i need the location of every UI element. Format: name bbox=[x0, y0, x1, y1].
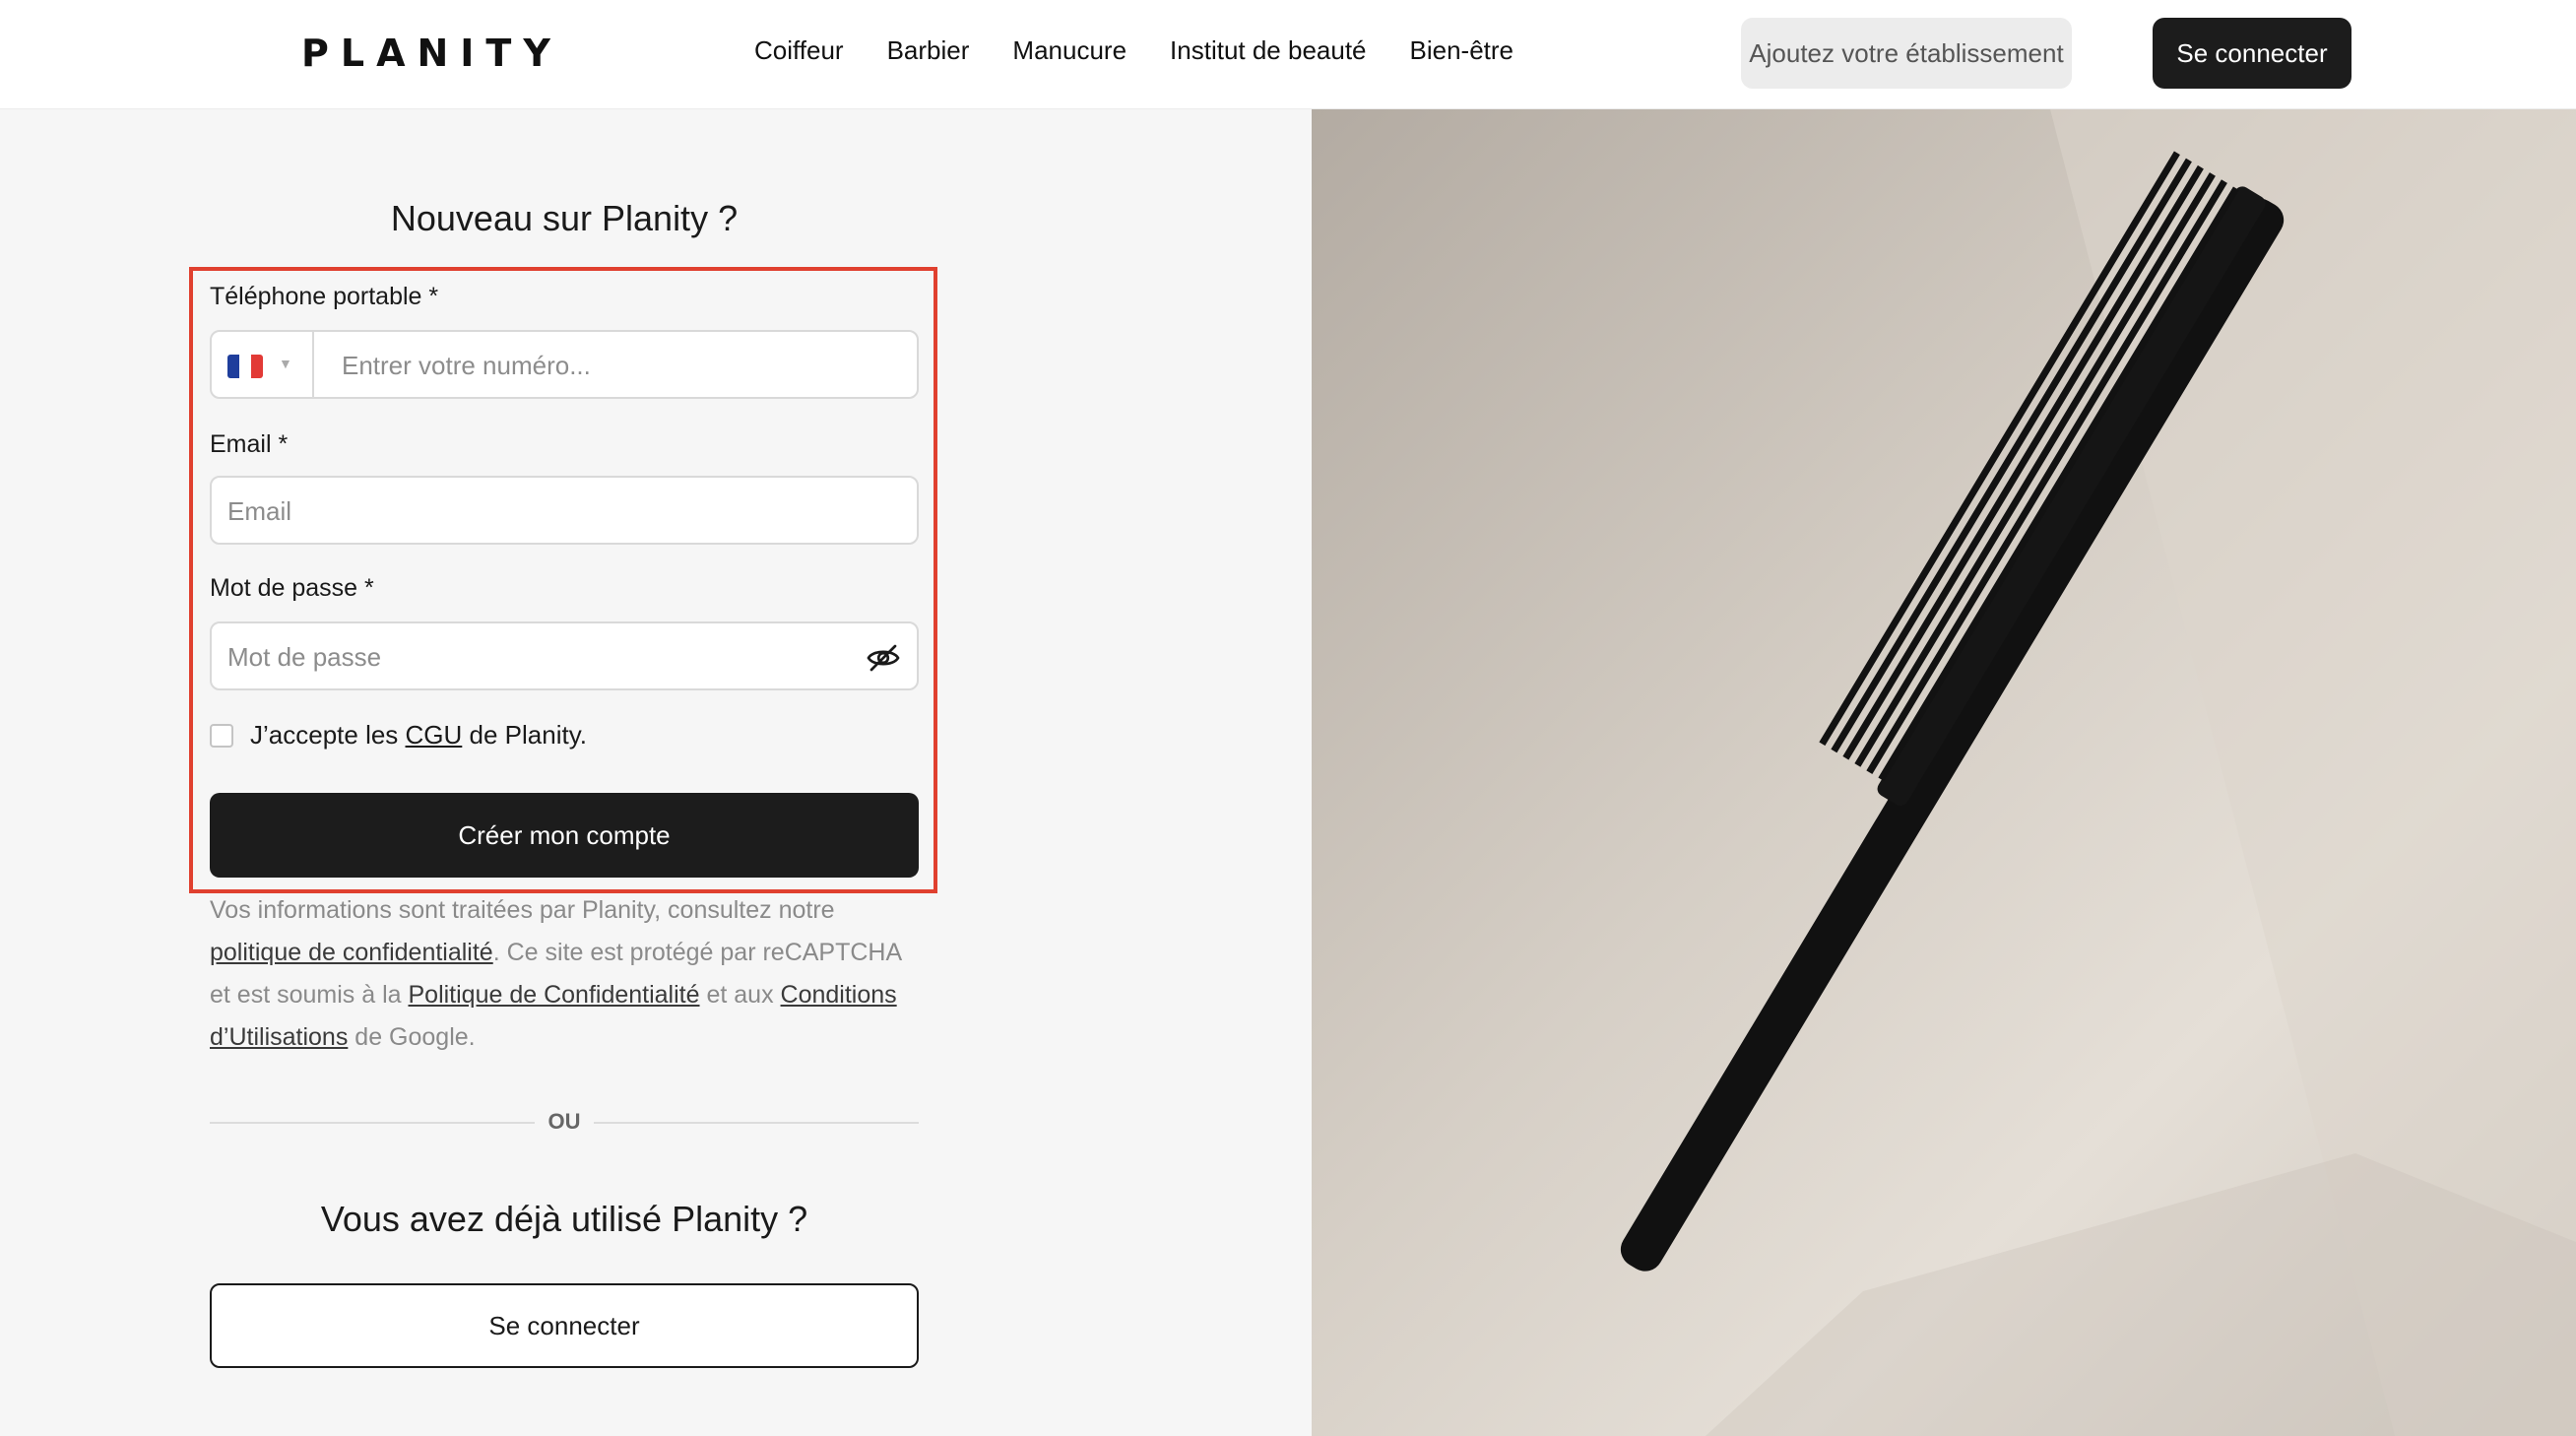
nav-manucure[interactable]: Manucure bbox=[1012, 35, 1127, 66]
phone-label: Téléphone portable * bbox=[210, 283, 439, 310]
comb-photo bbox=[1312, 109, 2576, 1436]
or-divider: OU bbox=[547, 1109, 581, 1134]
france-flag-icon bbox=[227, 355, 263, 378]
accept-terms-label: J’accepte les CGU de Planity. bbox=[250, 720, 588, 750]
password-field bbox=[210, 621, 919, 690]
eye-off-icon[interactable] bbox=[866, 640, 901, 676]
add-business-button[interactable]: Ajoutez votre établissement bbox=[1741, 18, 2072, 89]
legal-notice: Vos informations sont traitées par Plani… bbox=[210, 896, 901, 1051]
privacy-policy-link[interactable]: politique de confidentialité bbox=[210, 939, 493, 966]
chevron-down-icon: ▼ bbox=[279, 356, 292, 371]
password-input[interactable] bbox=[225, 623, 840, 690]
signup-title: Nouveau sur Planity ? bbox=[390, 198, 739, 238]
nav-coiffeur[interactable]: Coiffeur bbox=[754, 35, 844, 66]
google-privacy-link[interactable]: Politique de Confidentialité bbox=[408, 981, 699, 1009]
divider-line-right bbox=[594, 1122, 919, 1124]
comb-illustration bbox=[1620, 109, 2576, 1436]
header-login-button[interactable]: Se connecter bbox=[2153, 18, 2351, 89]
divider-line-left bbox=[210, 1122, 535, 1124]
existing-user-title: Vous avez déjà utilisé Planity ? bbox=[320, 1199, 808, 1239]
password-label: Mot de passe * bbox=[210, 574, 374, 602]
nav-barbier[interactable]: Barbier bbox=[887, 35, 970, 66]
accept-terms-checkbox[interactable] bbox=[210, 724, 233, 748]
country-selector[interactable]: ▼ bbox=[212, 332, 314, 397]
email-label: Email * bbox=[210, 430, 289, 458]
email-input[interactable] bbox=[225, 478, 909, 545]
main-nav: Coiffeur Barbier Manucure Institut de be… bbox=[754, 35, 1557, 66]
phone-input[interactable] bbox=[340, 332, 905, 399]
planity-logo[interactable]: PLANITY bbox=[301, 32, 562, 75]
nav-institut-de-beaute[interactable]: Institut de beauté bbox=[1170, 35, 1366, 66]
login-button[interactable]: Se connecter bbox=[210, 1283, 919, 1368]
nav-bien-etre[interactable]: Bien-être bbox=[1410, 35, 1514, 66]
create-account-button[interactable]: Créer mon compte bbox=[210, 793, 919, 878]
phone-field: ▼ bbox=[210, 330, 919, 399]
auth-panel: Nouveau sur Planity ? Téléphone portable… bbox=[0, 109, 1312, 1436]
cgu-link[interactable]: CGU bbox=[406, 720, 463, 750]
email-field bbox=[210, 476, 919, 545]
top-header: PLANITY Coiffeur Barbier Manucure Instit… bbox=[0, 0, 2576, 109]
